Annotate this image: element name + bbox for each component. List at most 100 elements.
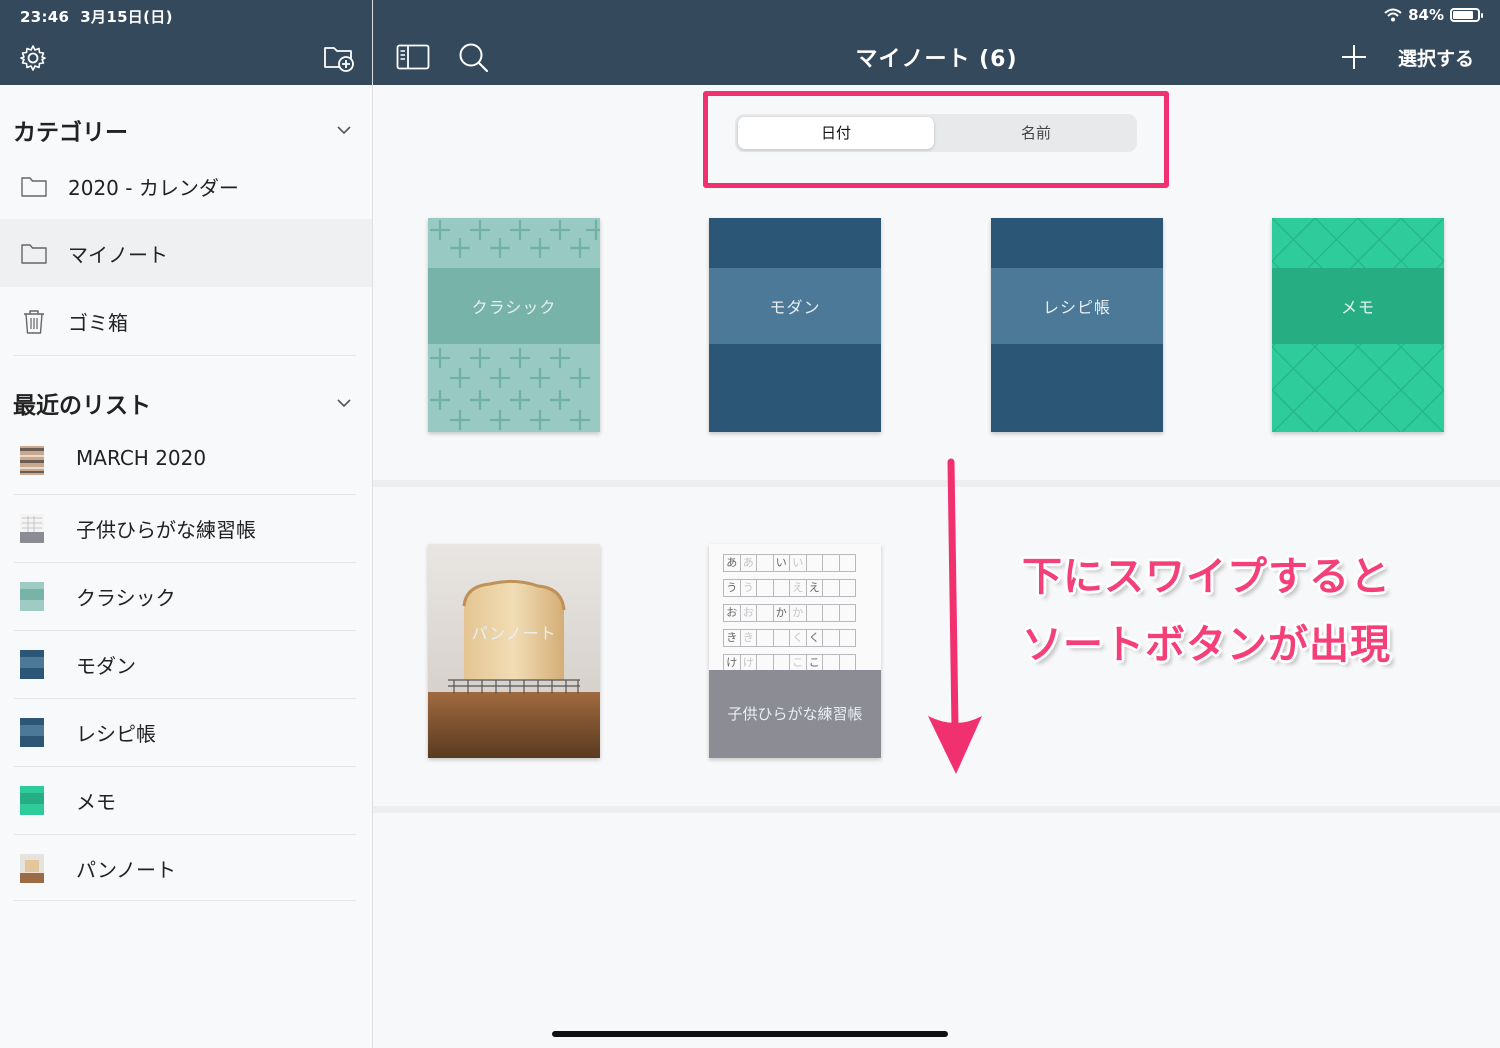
notebook-bread[interactable]: パンノート (428, 544, 600, 758)
worksheet-row: うう ええ (723, 579, 863, 597)
folder-icon (21, 244, 47, 264)
worksheet-cell (822, 554, 840, 572)
trash-icon (24, 310, 44, 334)
battery-fill (1453, 11, 1474, 19)
sidebar-item-label: ゴミ箱 (68, 310, 128, 335)
page-title: マイノート (6) (855, 47, 1018, 72)
worksheet-cell: え (789, 579, 807, 597)
sidebar-item-my-notes[interactable]: マイノート (0, 219, 372, 287)
notebook-recipe[interactable]: レシピ帳 (991, 218, 1163, 432)
recent-item-kids-hiragana[interactable]: 子供ひらがな練習帳 (0, 494, 372, 562)
march-2020-thumbnail (20, 446, 44, 475)
sidebar-item-label: マイノート (68, 242, 168, 267)
notebook-modern[interactable]: モダン (709, 218, 881, 432)
worksheet-cell (756, 579, 774, 597)
worksheet-cell (805, 604, 823, 622)
kids-hiragana-thumbnail (20, 514, 44, 543)
worksheet-cell (756, 554, 774, 572)
worksheet-cell: う (739, 579, 757, 597)
plus-icon[interactable] (1340, 43, 1368, 71)
chevron-down-icon[interactable] (335, 394, 353, 412)
gear-icon[interactable] (19, 44, 47, 72)
recent-separator (14, 900, 356, 901)
battery-icon (1450, 8, 1483, 22)
shelf-divider (373, 806, 1500, 813)
classic-thumbnail (20, 582, 44, 611)
sidebar-item-label: 2020 - カレンダー (68, 175, 239, 200)
recent-item-label: MARCH 2020 (76, 446, 207, 470)
worksheet-row: きき くく (723, 629, 863, 647)
recent-item-label: パンノート (76, 858, 176, 882)
recent-item-memo[interactable]: メモ (0, 766, 372, 834)
notebook-title: クラシック (471, 298, 557, 317)
worksheet-cell: か (772, 604, 790, 622)
recent-item-bread[interactable]: パンノート (0, 834, 372, 902)
status-date-text: 3月15日(日) (80, 8, 173, 26)
annotation-line-1: 下にスワイプすると (1022, 554, 1391, 600)
wifi-icon (1384, 8, 1402, 22)
sort-by-date[interactable]: 日付 (738, 117, 934, 149)
status-time-text: 23:46 (20, 8, 70, 26)
worksheet-cell (822, 604, 840, 622)
status-right: 84% (1384, 6, 1483, 24)
notebook-kids-hiragana[interactable]: ああいいううええおおかかききくくけけここ 子供ひらがな練習帳 (709, 544, 881, 758)
recent-item-march-2020[interactable]: MARCH 2020 (0, 426, 372, 494)
recent-heading: 最近のリスト (13, 393, 151, 419)
worksheet-cell: い (772, 554, 790, 572)
memo-thumbnail (20, 786, 44, 815)
pane-divider (372, 0, 373, 1048)
worksheet-cell: お (739, 604, 757, 622)
worksheet-cell (772, 629, 790, 647)
worksheet-cell (805, 554, 823, 572)
recent-item-classic[interactable]: クラシック (0, 562, 372, 630)
worksheet-cell: お (723, 604, 741, 622)
worksheet-cell: く (789, 629, 807, 647)
recent-item-label: クラシック (76, 586, 176, 610)
select-button[interactable]: 選択する (1398, 44, 1474, 71)
notebook-title: メモ (1340, 298, 1375, 317)
worksheet-cell (838, 629, 856, 647)
notebook-classic[interactable]: クラシック (428, 218, 600, 432)
worksheet-cell: い (789, 554, 807, 572)
recent-item-recipe[interactable]: レシピ帳 (0, 698, 372, 766)
bread-thumbnail (20, 854, 44, 883)
notebook-title: レシピ帳 (1042, 298, 1111, 317)
home-indicator[interactable] (552, 1031, 948, 1037)
sort-segmented-control[interactable]: 日付 名前 (735, 114, 1137, 152)
sidebar-item-calendar[interactable]: 2020 - カレンダー (0, 152, 372, 220)
worksheet-cell (838, 554, 856, 572)
worksheet-cell: き (739, 629, 757, 647)
worksheet-cell (772, 579, 790, 597)
worksheet-cell: え (805, 579, 823, 597)
worksheet-cell: く (805, 629, 823, 647)
worksheet-cell: か (789, 604, 807, 622)
worksheet-cell: き (723, 629, 741, 647)
chevron-down-icon[interactable] (335, 121, 353, 139)
folder-icon (21, 177, 47, 197)
modern-thumbnail (20, 650, 44, 679)
recent-item-label: モダン (76, 654, 136, 678)
status-time: 23:46 3月15日(日) (20, 6, 173, 27)
recent-item-label: メモ (76, 790, 116, 814)
notebook-memo[interactable]: メモ (1272, 218, 1444, 432)
worksheet-cell (838, 579, 856, 597)
hiragana-worksheet: ああいいううええおおかかききくくけけここ (723, 554, 863, 679)
battery-percent: 84% (1408, 6, 1444, 24)
notebook-title: モダン (769, 298, 821, 317)
sidebar-item-trash[interactable]: ゴミ箱 (0, 287, 372, 355)
recipe-thumbnail (20, 718, 44, 747)
swipe-down-arrow (928, 458, 982, 774)
sort-by-name[interactable]: 名前 (938, 117, 1134, 149)
worksheet-cell: あ (739, 554, 757, 572)
sidebar-separator (14, 355, 356, 356)
recent-item-modern[interactable]: モダン (0, 630, 372, 698)
folder-plus-icon[interactable] (323, 43, 355, 73)
worksheet-cell (838, 604, 856, 622)
categories-heading: カテゴリー (13, 120, 128, 146)
annotation-line-2: ソートボタンが出現 (1022, 622, 1391, 668)
recent-item-label: 子供ひらがな練習帳 (76, 518, 256, 542)
worksheet-cell (822, 579, 840, 597)
worksheet-cell: あ (723, 554, 741, 572)
worksheet-cell (756, 604, 774, 622)
notebook-title: 子供ひらがな練習帳 (727, 705, 863, 723)
